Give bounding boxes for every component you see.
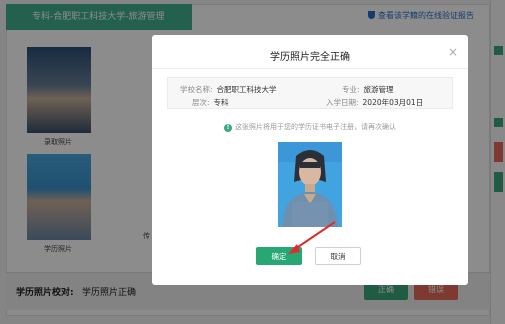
- cancel-button[interactable]: 取消: [315, 247, 361, 265]
- enroll-row: 入学日期: 2020年03月01日: [326, 97, 423, 108]
- major-row: 专业: 旅游管理: [342, 84, 394, 95]
- info-icon: !: [224, 124, 232, 132]
- school-label: 学校名称:: [180, 85, 213, 94]
- enroll-label: 入学日期:: [326, 98, 359, 107]
- close-icon[interactable]: ×: [448, 45, 458, 59]
- school-row: 学校名称: 合肥职工科技大学: [180, 84, 277, 95]
- photo-notice: ! 这张照片将用于您的学历证书电子注册，请再次确认: [152, 122, 468, 132]
- enroll-value: 2020年03月01日: [362, 98, 424, 107]
- level-value: 专科: [213, 98, 229, 107]
- student-info-box: 学校名称: 合肥职工科技大学 专业: 旅游管理 层次: 专科 入学日期: 2020年03…: [167, 77, 453, 109]
- confirm-photo-dialog: 学历照片完全正确 × 学校名称: 合肥职工科技大学 专业: 旅游管理 层次: 专科 入…: [152, 35, 468, 285]
- major-label: 专业:: [342, 85, 360, 94]
- confirm-button[interactable]: 确定: [256, 247, 302, 265]
- notice-text: 这张照片将用于您的学历证书电子注册，请再次确认: [235, 123, 396, 131]
- level-label: 层次:: [192, 98, 210, 107]
- dialog-title: 学历照片完全正确: [270, 52, 350, 63]
- portrait-image: [278, 142, 342, 227]
- major-value: 旅游管理: [363, 85, 394, 94]
- diploma-photo-preview: [278, 142, 342, 227]
- dialog-divider: [152, 68, 468, 69]
- school-value: 合肥职工科技大学: [216, 85, 277, 94]
- level-row: 层次: 专科: [192, 97, 229, 108]
